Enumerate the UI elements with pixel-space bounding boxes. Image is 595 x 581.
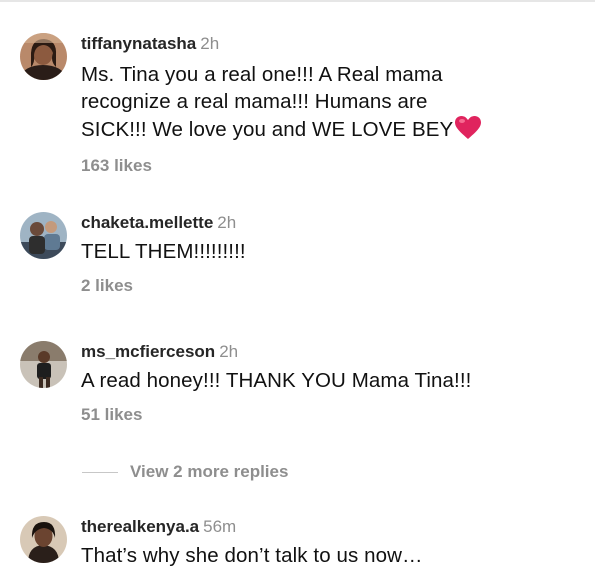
comment-meta: chaketa.mellette 2h	[81, 212, 581, 234]
comment-text: A read honey!!! THANK YOU Mama Tina!!!	[81, 367, 581, 394]
avatar[interactable]	[20, 516, 67, 563]
comment-text: Ms. Tina you a real one!!! A Real mama r…	[81, 61, 581, 147]
comment-text-line: recognize a real mama!!! Humans are	[81, 90, 428, 113]
username[interactable]: therealkenya.a	[81, 517, 199, 536]
username[interactable]: chaketa.mellette	[81, 213, 213, 232]
comment-text-line: SICK!!! We love you and WE LOVE BEY	[81, 115, 581, 147]
timestamp: 56m	[203, 517, 237, 536]
comment-text-line: That’s why she don’t talk to us now…	[81, 544, 423, 567]
avatar-photo-icon	[20, 212, 67, 259]
avatar[interactable]	[20, 33, 67, 80]
view-replies-label[interactable]: View 2 more replies	[130, 462, 288, 482]
timestamp: 2h	[200, 34, 220, 53]
avatar[interactable]	[20, 341, 67, 388]
comment-text-line: A read honey!!! THANK YOU Mama Tina!!!	[81, 369, 472, 392]
red-heart-icon	[454, 115, 482, 147]
comment-text: That’s why she don’t talk to us now…	[81, 542, 581, 569]
timestamp: 2h	[217, 213, 237, 232]
likes-count[interactable]: 2 likes	[81, 275, 581, 297]
avatar-photo-icon	[20, 33, 67, 80]
comment-text: TELL THEM!!!!!!!!!	[81, 238, 581, 265]
view-more-replies[interactable]: View 2 more replies	[82, 461, 288, 483]
avatar[interactable]	[20, 212, 67, 259]
username[interactable]: ms_mcfierceson	[81, 342, 215, 361]
comment-meta: therealkenya.a 56m	[81, 516, 581, 538]
comment-text-segment: SICK!!! We love you and WE LOVE BEY	[81, 118, 454, 141]
comment-text-line: Ms. Tina you a real one!!! A Real mama	[81, 63, 443, 86]
top-divider	[0, 0, 595, 2]
avatar-photo-icon	[20, 516, 67, 563]
username[interactable]: tiffanynatasha	[81, 34, 196, 53]
comment-meta: ms_mcfierceson 2h	[81, 341, 581, 363]
likes-count[interactable]: 51 likes	[81, 404, 581, 426]
timestamp: 2h	[219, 342, 239, 361]
avatar-photo-icon	[20, 341, 67, 388]
likes-count[interactable]: 163 likes	[81, 155, 581, 177]
comment-text-line: TELL THEM!!!!!!!!!	[81, 240, 246, 263]
comment-meta: tiffanynatasha 2h	[81, 33, 581, 55]
replies-divider	[82, 471, 118, 473]
